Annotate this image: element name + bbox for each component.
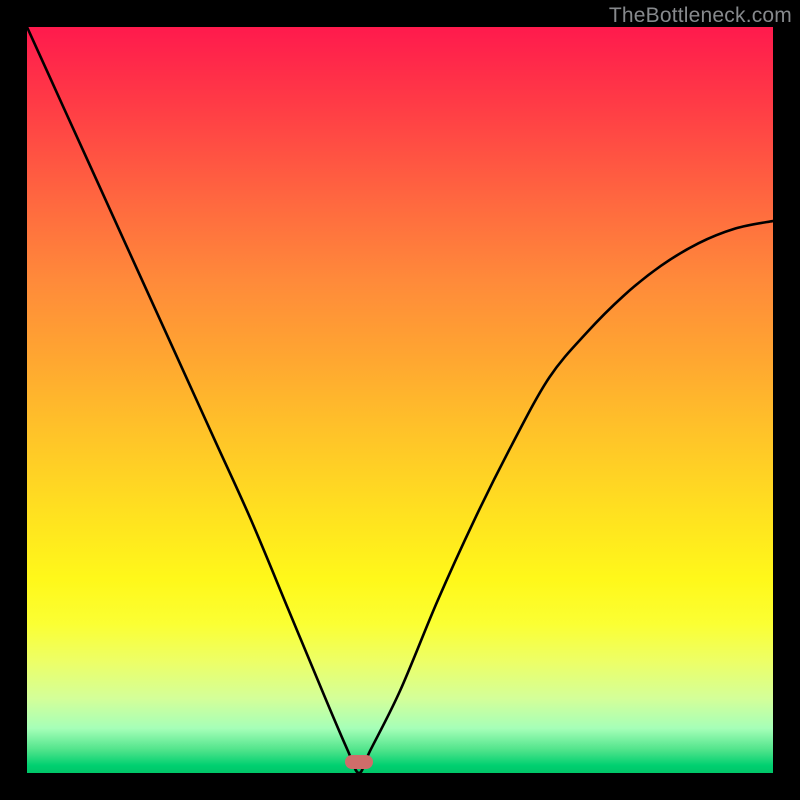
- watermark-text: TheBottleneck.com: [609, 4, 792, 28]
- bottleneck-curve: [27, 27, 773, 773]
- plot-area: [27, 27, 773, 773]
- chart-frame: TheBottleneck.com: [0, 0, 800, 800]
- optimum-marker: [345, 755, 373, 769]
